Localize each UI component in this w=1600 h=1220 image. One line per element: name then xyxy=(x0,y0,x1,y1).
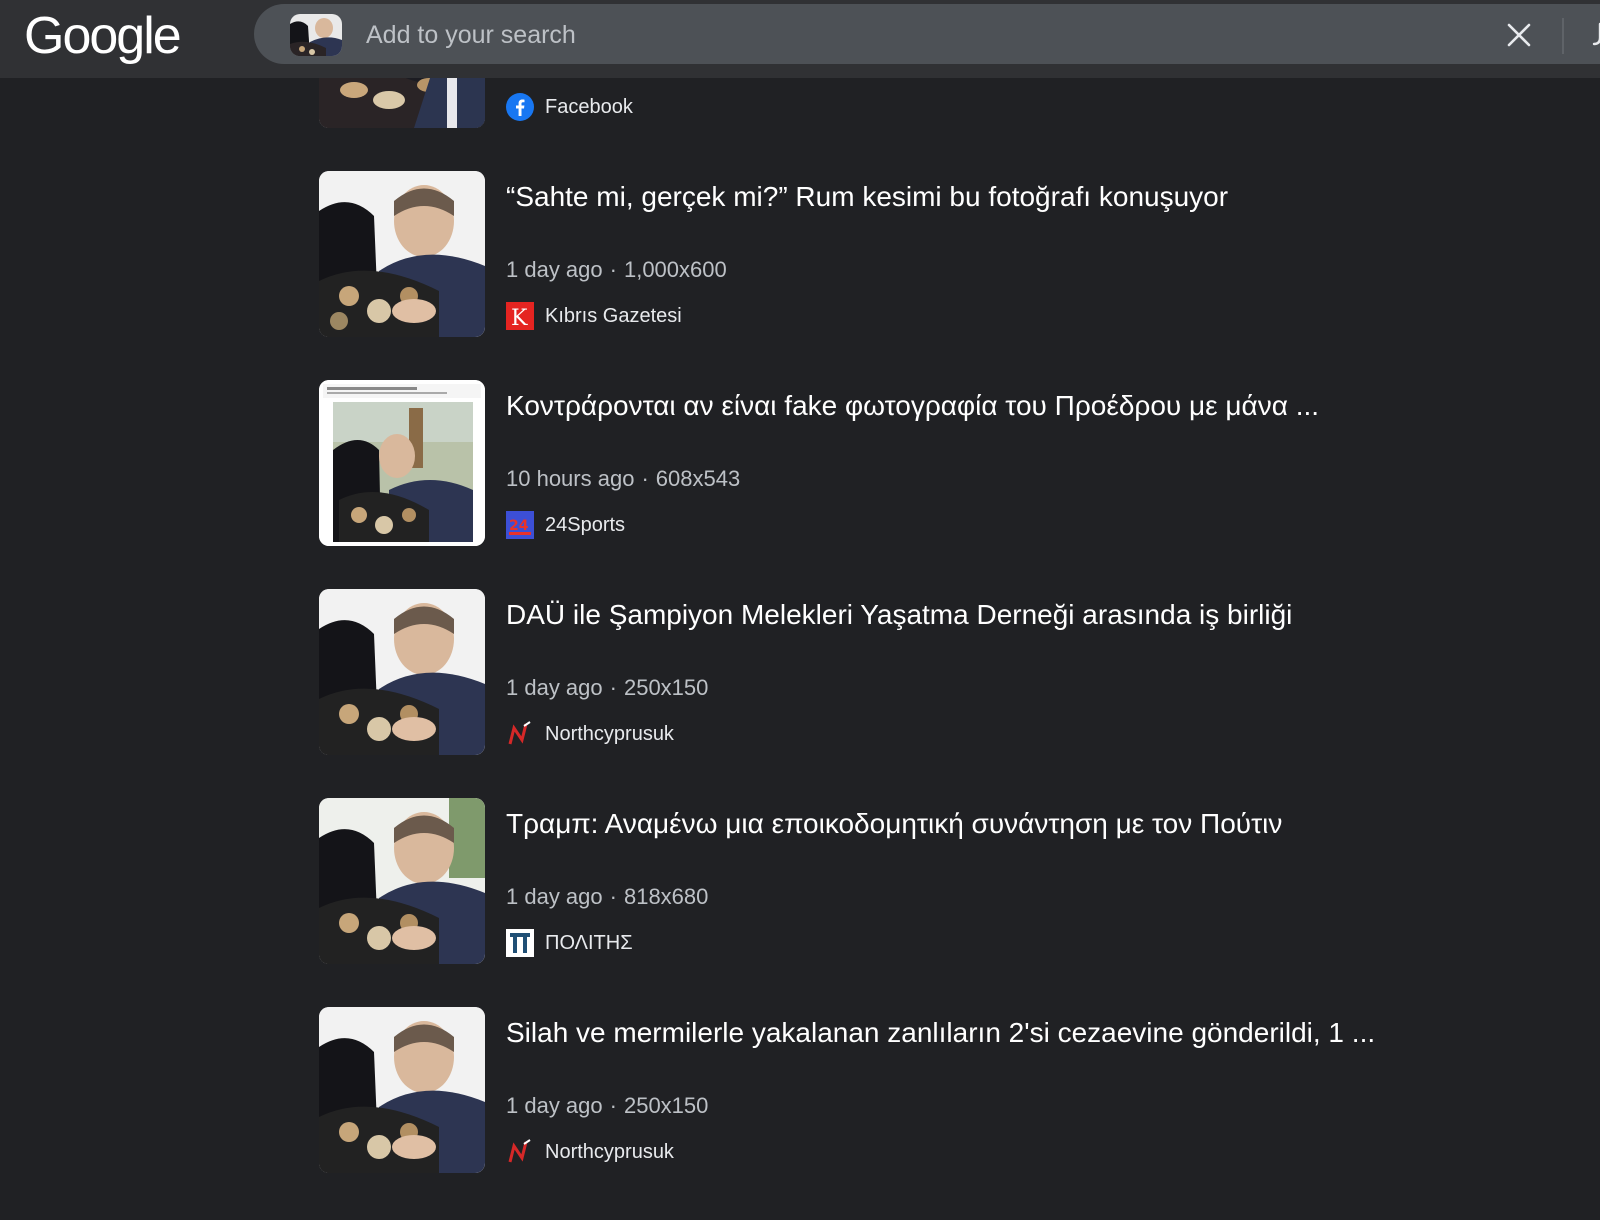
result-dimensions: 250x150 xyxy=(623,675,709,700)
svg-text:24: 24 xyxy=(509,518,529,534)
result-source[interactable]: 24 24Sports xyxy=(506,510,625,540)
meta-separator: · xyxy=(609,1093,617,1118)
result-meta: 1 day ago · 1,000x600 xyxy=(506,257,727,283)
result-thumbnail[interactable] xyxy=(319,171,485,337)
search-image-thumbnail[interactable] xyxy=(290,14,342,56)
thumbnail-image xyxy=(319,1007,485,1173)
result-meta: 10 hours ago · 608x543 xyxy=(506,466,740,492)
meta-separator: · xyxy=(609,675,617,700)
result-item[interactable]: “Sahte mi, gerçek mi?” Rum kesimi bu fot… xyxy=(319,171,1519,337)
thumbnail-image xyxy=(319,380,485,546)
result-time: 1 day ago xyxy=(506,675,603,700)
result-thumbnail[interactable] xyxy=(319,1007,485,1173)
close-icon[interactable] xyxy=(1506,22,1532,48)
thumbnail-image xyxy=(319,589,485,755)
result-dimensions: 250x150 xyxy=(623,1093,709,1118)
result-source[interactable]: K Kıbrıs Gazetesi xyxy=(506,301,682,331)
result-time: 1 day ago xyxy=(506,884,603,909)
header-bar: Google xyxy=(0,0,1600,78)
result-item[interactable]: Silah ve mermilerle yakalanan zanlıların… xyxy=(319,1007,1519,1173)
search-input[interactable] xyxy=(364,14,1368,56)
result-thumbnail[interactable] xyxy=(319,798,485,964)
northcyprusuk-icon xyxy=(506,1138,534,1166)
google-logo[interactable]: Google xyxy=(24,4,182,68)
search-image xyxy=(290,14,342,56)
result-thumbnail[interactable] xyxy=(319,380,485,546)
result-meta: 1 day ago · 250x150 xyxy=(506,1093,708,1119)
kibris-gazetesi-icon: K xyxy=(506,302,534,330)
result-source[interactable]: Northcyprusuk xyxy=(506,1137,674,1167)
source-name: Northcyprusuk xyxy=(545,1140,674,1163)
24sports-icon: 24 xyxy=(506,511,534,539)
source-name: Kıbrıs Gazetesi xyxy=(545,304,682,327)
svg-text:K: K xyxy=(511,306,528,330)
result-time: 1 day ago xyxy=(506,257,603,282)
result-time: 10 hours ago xyxy=(506,466,635,491)
meta-separator: · xyxy=(609,884,617,909)
result-title[interactable]: “Sahte mi, gerçek mi?” Rum kesimi bu fot… xyxy=(506,181,1228,213)
source-name: ΠΟΛΙΤΗΣ xyxy=(545,931,633,954)
result-source[interactable]: Facebook xyxy=(506,92,633,122)
result-meta: 1 day ago · 818x680 xyxy=(506,884,708,910)
result-title[interactable]: Silah ve mermilerle yakalanan zanlıların… xyxy=(506,1017,1375,1049)
northcyprusuk-icon xyxy=(506,720,534,748)
thumbnail-image xyxy=(319,171,485,337)
thumbnail-image xyxy=(319,798,485,964)
source-name: Facebook xyxy=(545,95,633,118)
result-dimensions: 818x680 xyxy=(623,884,709,909)
search-box[interactable] xyxy=(254,4,1600,64)
meta-separator: · xyxy=(641,466,649,491)
source-name: Northcyprusuk xyxy=(545,722,674,745)
facebook-icon xyxy=(506,93,534,121)
result-thumbnail[interactable] xyxy=(319,589,485,755)
result-dimensions: 608x543 xyxy=(655,466,741,491)
result-meta: 1 day ago · 250x150 xyxy=(506,675,708,701)
meta-separator: · xyxy=(609,257,617,282)
result-title[interactable]: Κοντράρονται αν είναι fake φωτογραφία το… xyxy=(506,390,1319,422)
result-time: 1 day ago xyxy=(506,1093,603,1118)
search-divider xyxy=(1562,18,1564,54)
result-item[interactable]: Τραμπ: Αναμένω μια εποικοδομητική συνάντ… xyxy=(319,798,1519,964)
result-dimensions: 1,000x600 xyxy=(623,257,727,282)
search-by-image-icon[interactable] xyxy=(1590,20,1600,50)
result-source[interactable]: ΠΟΛΙΤΗΣ xyxy=(506,928,633,958)
result-title[interactable]: DAÜ ile Şampiyon Melekleri Yaşatma Derne… xyxy=(506,599,1292,631)
result-title[interactable]: Τραμπ: Αναμένω μια εποικοδομητική συνάντ… xyxy=(506,808,1282,840)
result-item[interactable]: Κοντράρονται αν είναι fake φωτογραφία το… xyxy=(319,380,1519,546)
result-item[interactable]: DAÜ ile Şampiyon Melekleri Yaşatma Derne… xyxy=(319,589,1519,755)
politis-icon xyxy=(506,929,534,957)
source-name: 24Sports xyxy=(545,513,626,536)
result-source[interactable]: Northcyprusuk xyxy=(506,719,674,749)
